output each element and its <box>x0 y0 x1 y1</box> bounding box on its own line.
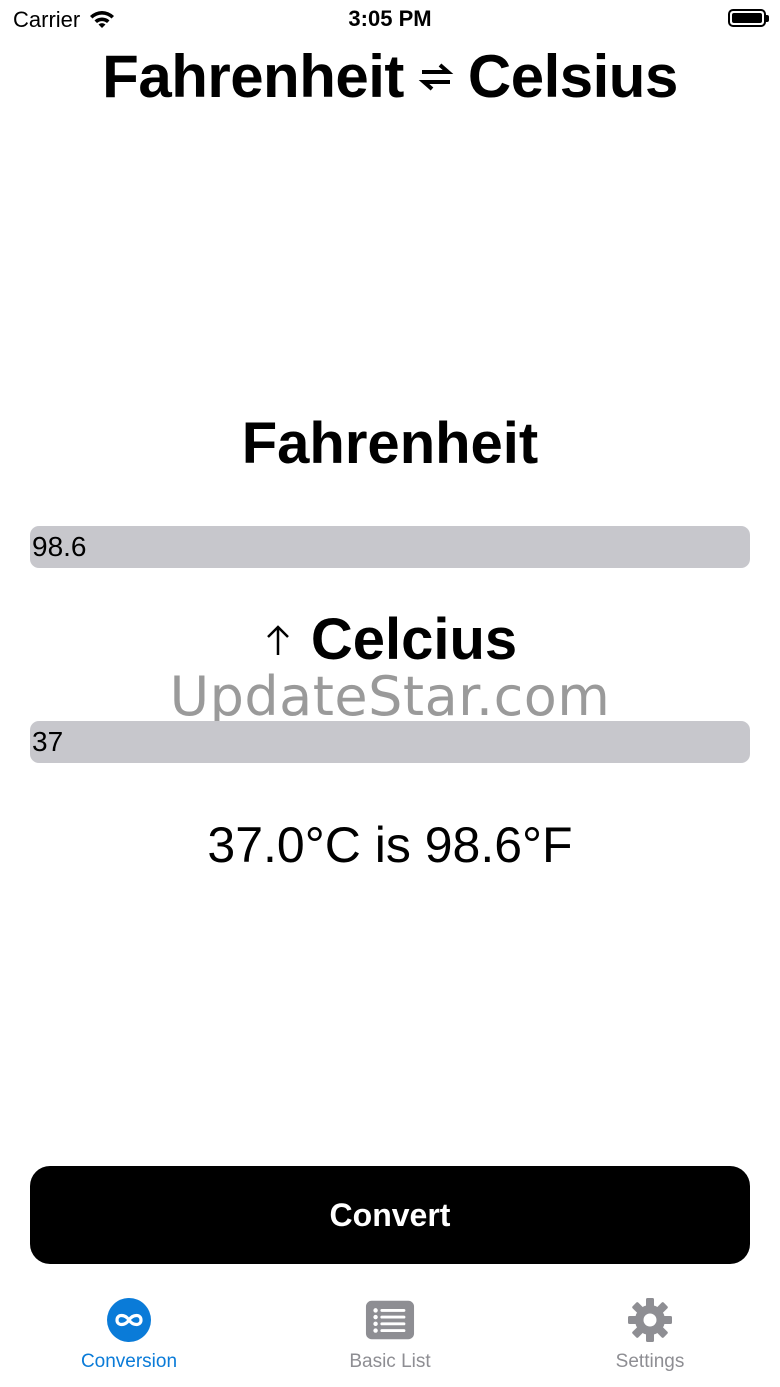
convert-button[interactable]: Convert <box>30 1166 750 1264</box>
fahrenheit-input[interactable] <box>30 526 750 568</box>
tab-basic-list[interactable]: Basic List <box>290 1295 490 1373</box>
tab-conversion-label: Conversion <box>80 1351 178 1372</box>
gear-icon <box>625 1295 675 1345</box>
battery-icon <box>728 9 769 27</box>
status-time: 3:05 PM <box>348 6 432 31</box>
title-right: Celsius <box>467 43 678 110</box>
watermark: UpdateStar.com <box>169 665 611 728</box>
swap-arrows-icon <box>418 62 454 91</box>
tab-conversion[interactable]: Conversion <box>29 1295 229 1373</box>
celsius-input[interactable] <box>30 721 750 763</box>
up-arrow-icon <box>266 624 289 655</box>
tab-bar: Conversion Basic List Settings <box>0 1287 780 1387</box>
conversion-result: 37.0°C is 98.6°F <box>207 817 573 873</box>
list-icon <box>365 1295 415 1345</box>
status-bar: Carrier 3:05 PM <box>0 0 780 40</box>
tab-basic-list-label: Basic List <box>349 1351 431 1372</box>
tab-settings-label: Settings <box>615 1351 685 1372</box>
infinity-icon <box>104 1295 154 1345</box>
page-title: Fahrenheit Celsius <box>0 42 780 111</box>
celsius-header: Celcius <box>0 606 780 673</box>
title-left: Fahrenheit <box>102 43 404 110</box>
fahrenheit-header: Fahrenheit <box>241 411 539 476</box>
tab-settings[interactable]: Settings <box>550 1295 750 1373</box>
celsius-label: Celcius <box>310 607 518 672</box>
